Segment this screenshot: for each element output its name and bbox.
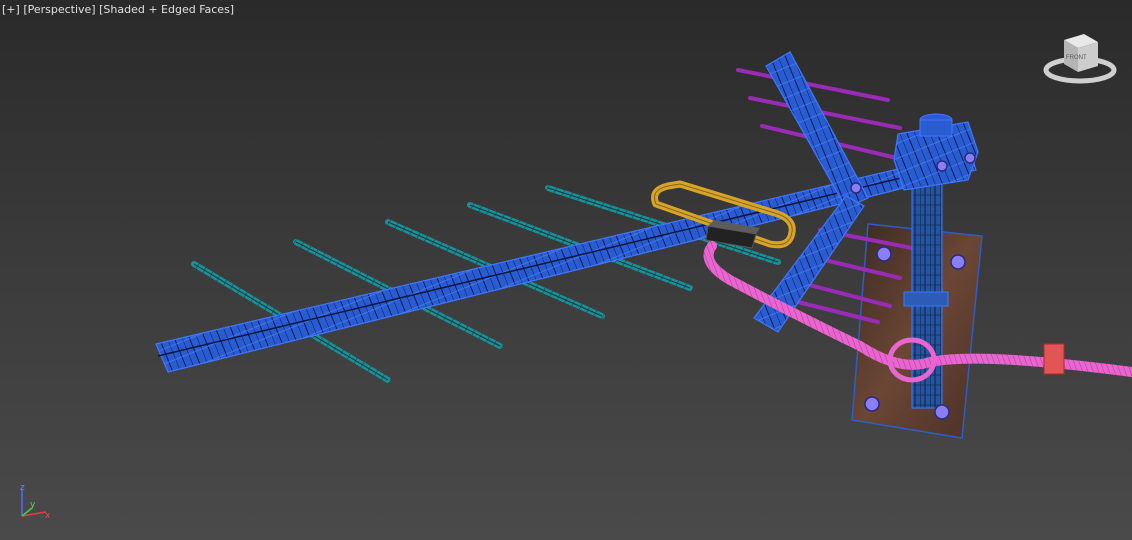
- viewport-label-menu: [+] [Perspective] [Shaded + Edged Faces]: [2, 3, 234, 16]
- z-axis-label: z: [20, 483, 25, 493]
- cable-clip[interactable]: [1043, 343, 1065, 375]
- 3d-viewport[interactable]: [+] [Perspective] [Shaded + Edged Faces]: [0, 0, 1132, 540]
- viewcube-navigator[interactable]: FRONT: [1040, 30, 1120, 90]
- shading-mode-button[interactable]: [Shaded + Edged Faces]: [99, 3, 234, 16]
- viewport-menu-button[interactable]: [+]: [2, 3, 20, 16]
- antenna-model[interactable]: [0, 0, 1132, 540]
- mast-clamp[interactable]: [893, 113, 979, 191]
- axis-tripod: z x y: [12, 482, 56, 526]
- y-axis-label: y: [30, 500, 36, 510]
- x-axis-label: x: [45, 511, 51, 521]
- viewcube-face-label: FRONT: [1066, 55, 1087, 61]
- view-mode-button[interactable]: [Perspective]: [23, 3, 95, 16]
